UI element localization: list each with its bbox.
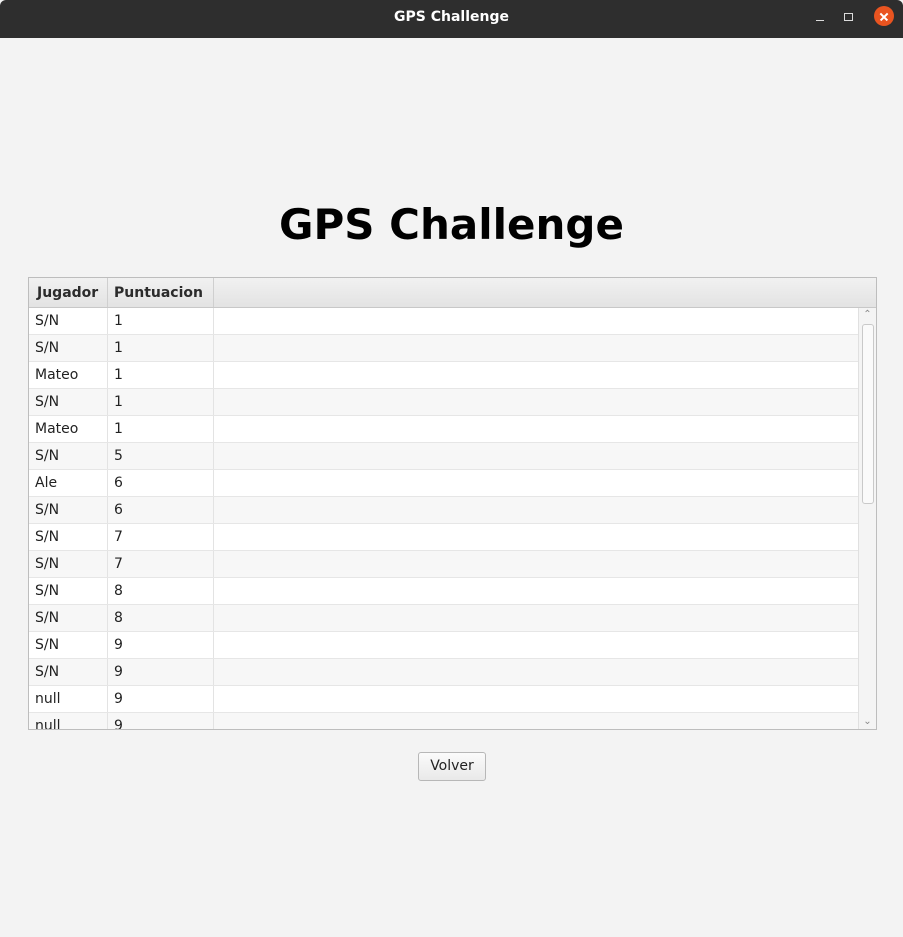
cell-jugador: S/N (29, 605, 108, 631)
cell-jugador: null (29, 713, 108, 729)
minimize-icon (816, 20, 824, 21)
cell-empty (214, 416, 858, 442)
table-row[interactable]: S/N 8 (29, 605, 858, 632)
table-header: Jugador Puntuacion (29, 278, 876, 308)
cell-puntuacion: 8 (108, 605, 214, 631)
cell-empty (214, 578, 858, 604)
cell-jugador: S/N (29, 632, 108, 658)
table-row[interactable]: Mateo 1 (29, 416, 858, 443)
cell-jugador: null (29, 686, 108, 712)
table-row[interactable]: S/N 1 (29, 335, 858, 362)
cell-puntuacion: 7 (108, 551, 214, 577)
table-row[interactable]: Ale 6 (29, 470, 858, 497)
cell-empty (214, 524, 858, 550)
cell-empty (214, 713, 858, 729)
close-button[interactable] (874, 6, 894, 26)
cell-empty (214, 470, 858, 496)
chevron-down-icon[interactable]: ⌄ (859, 715, 876, 729)
cell-empty (214, 605, 858, 631)
window-titlebar[interactable]: GPS Challenge (0, 0, 903, 38)
cell-jugador: S/N (29, 578, 108, 604)
cell-empty (214, 632, 858, 658)
cell-puntuacion: 1 (108, 389, 214, 415)
table-row[interactable]: null 9 (29, 686, 858, 713)
table-row[interactable]: null 9 (29, 713, 858, 729)
maximize-button[interactable] (839, 7, 859, 27)
table-row[interactable]: S/N 8 (29, 578, 858, 605)
cell-puntuacion: 9 (108, 686, 214, 712)
table-row[interactable]: S/N 7 (29, 524, 858, 551)
cell-puntuacion: 1 (108, 416, 214, 442)
cell-puntuacion: 8 (108, 578, 214, 604)
cell-puntuacion: 9 (108, 632, 214, 658)
maximize-icon (844, 13, 853, 21)
cell-puntuacion: 9 (108, 713, 214, 729)
scrollbar-thumb[interactable] (862, 324, 874, 504)
cell-puntuacion: 6 (108, 470, 214, 496)
table-row[interactable]: S/N 1 (29, 389, 858, 416)
page-title: GPS Challenge (279, 200, 624, 249)
table-row[interactable]: S/N 6 (29, 497, 858, 524)
cell-empty (214, 497, 858, 523)
cell-puntuacion: 7 (108, 524, 214, 550)
cell-empty (214, 335, 858, 361)
cell-puntuacion: 1 (108, 362, 214, 388)
cell-jugador: S/N (29, 497, 108, 523)
cell-puntuacion: 9 (108, 659, 214, 685)
cell-puntuacion: 1 (108, 308, 214, 334)
cell-puntuacion: 1 (108, 335, 214, 361)
cell-jugador: Ale (29, 470, 108, 496)
cell-jugador: Mateo (29, 416, 108, 442)
cell-jugador: Mateo (29, 362, 108, 388)
column-header-jugador[interactable]: Jugador (29, 278, 108, 307)
table-row[interactable]: S/N 9 (29, 632, 858, 659)
cell-jugador: S/N (29, 443, 108, 469)
cell-puntuacion: 5 (108, 443, 214, 469)
close-icon (874, 6, 894, 26)
table-row[interactable]: S/N 9 (29, 659, 858, 686)
chevron-up-icon[interactable]: ⌃ (859, 308, 876, 322)
cell-jugador: S/N (29, 551, 108, 577)
cell-jugador: S/N (29, 335, 108, 361)
cell-jugador: S/N (29, 659, 108, 685)
cell-jugador: S/N (29, 524, 108, 550)
cell-jugador: S/N (29, 389, 108, 415)
table-row[interactable]: S/N 7 (29, 551, 858, 578)
cell-empty (214, 659, 858, 685)
cell-empty (214, 308, 858, 334)
cell-empty (214, 362, 858, 388)
window-title: GPS Challenge (394, 9, 509, 25)
volver-button[interactable]: Volver (418, 752, 486, 781)
cell-jugador: S/N (29, 308, 108, 334)
table-row[interactable]: Mateo 1 (29, 362, 858, 389)
minimize-button[interactable] (810, 7, 830, 27)
table-row[interactable]: S/N 5 (29, 443, 858, 470)
cell-empty (214, 389, 858, 415)
table-body: S/N 1 S/N 1 Mateo 1 S/N 1 Mateo 1 S/N 5 Ale 6 S… (29, 308, 858, 729)
scores-table[interactable]: Jugador Puntuacion S/N 1 S/N 1 Mateo 1 S/N 1… (28, 277, 877, 730)
vertical-scrollbar[interactable]: ⌃ ⌄ (858, 308, 876, 729)
cell-empty (214, 551, 858, 577)
cell-empty (214, 443, 858, 469)
cell-puntuacion: 6 (108, 497, 214, 523)
column-header-puntuacion[interactable]: Puntuacion (108, 278, 214, 307)
cell-empty (214, 686, 858, 712)
table-row[interactable]: S/N 1 (29, 308, 858, 335)
